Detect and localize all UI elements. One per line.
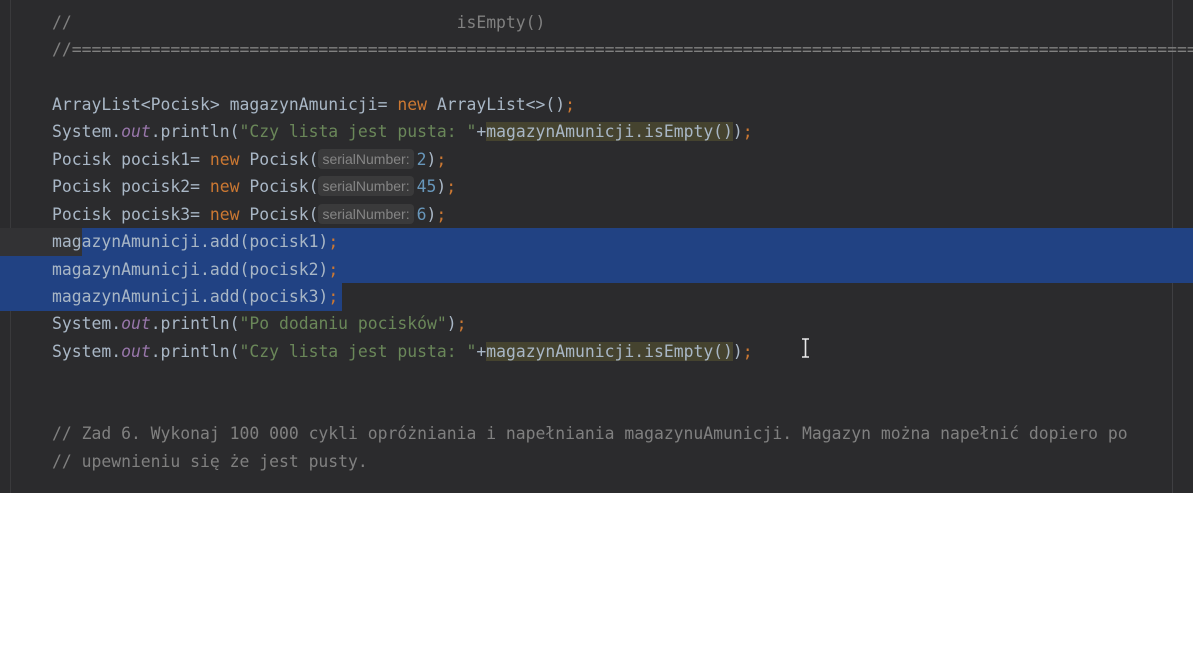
code-line[interactable]: magazynAmunicji.add(pocisk3); [0,283,1193,311]
parameter-hint: serialNumber: [318,176,414,197]
usage-highlight: magazynAmunicji.isEmpty() [486,122,733,142]
code-token: magazynAmunicji.add(pocisk1) [52,232,329,252]
parameter-hint: serialNumber: [318,148,414,169]
code-text: ArrayList<Pocisk> magazynAmunicji= new A… [52,91,575,119]
code-token: Pocisk( [239,204,319,224]
code-token: "Czy lista jest pusta: " [239,341,477,361]
code-token: new [397,94,427,114]
code-token: new [209,204,240,224]
code-token: ) [732,122,743,142]
code-line[interactable]: System.out.println("Po dodaniu pocisków"… [0,310,1193,338]
code-token: new [209,177,240,197]
code-token: Pocisk pocisk3= [52,204,210,224]
code-line[interactable]: //======================================… [0,36,1193,64]
code-token: ; [565,94,576,114]
code-token: ) [426,149,437,169]
code-token: 45 [416,177,437,197]
code-token: ) [446,314,457,334]
code-token: magazynAmunicji.add(pocisk2) [52,259,329,279]
code-token: 6 [416,204,427,224]
code-token: ArrayList<Pocisk> magazynAmunicji= [52,94,398,114]
code-token: Pocisk( [239,177,319,197]
code-text: Pocisk pocisk1= new Pocisk(serialNumber:… [52,146,446,174]
code-line[interactable] [0,393,1193,421]
code-token: // isEmpty() [52,12,546,32]
code-line[interactable]: // isEmpty() [0,9,1193,37]
code-line[interactable]: // upewnieniu się że jest pusty. [0,448,1193,476]
code-token: .println( [150,314,240,334]
code-line[interactable]: Pocisk pocisk3= new Pocisk(serialNumber:… [0,201,1193,229]
code-token: "Po dodaniu pocisków" [239,314,447,334]
code-token: //======================================… [52,39,1193,59]
code-token: System. [52,314,122,334]
code-token: ; [328,232,339,252]
code-token: + [476,341,487,361]
code-text: Pocisk pocisk3= new Pocisk(serialNumber:… [52,201,446,229]
code-token: ) [732,341,743,361]
code-token: ) [436,177,447,197]
code-text: //======================================… [52,36,1193,64]
code-line[interactable]: Pocisk pocisk1= new Pocisk(serialNumber:… [0,146,1193,174]
code-token: magazynAmunicji.add(pocisk3) [52,287,329,306]
code-token: 2 [416,149,427,169]
code-token: System. [52,122,122,142]
code-token: .println( [150,341,240,361]
code-editor[interactable]: // isEmpty() //==========================… [0,0,1193,493]
code-token: out [121,314,151,334]
text-cursor-icon [802,338,809,358]
code-line[interactable]: // Zad 6. Wykonaj 100 000 cykli opróżnia… [0,420,1193,448]
code-token: ; [742,122,753,142]
code-token: out [121,341,151,361]
code-token: ; [436,204,447,224]
code-text: magazynAmunicji.add(pocisk2); [52,256,338,284]
code-token: // upewnieniu się że jest pusty. [52,451,368,471]
code-token: .println( [150,122,240,142]
code-token: ) [426,204,437,224]
code-token: // Zad 6. Wykonaj 100 000 cykli opróżnia… [52,424,1128,444]
code-text: System.out.println("Czy lista jest pusta… [52,338,753,366]
code-line[interactable]: magazynAmunicji.add(pocisk1); [0,228,1193,256]
code-token: Pocisk pocisk1= [52,149,210,169]
code-text: // upewnieniu się że jest pusty. [52,448,368,476]
code-token: System. [52,341,122,361]
code-token: ; [328,259,339,279]
code-line[interactable]: ArrayList<Pocisk> magazynAmunicji= new A… [0,91,1193,119]
code-token: new [209,149,240,169]
code-line[interactable]: Pocisk pocisk2= new Pocisk(serialNumber:… [0,173,1193,201]
code-line[interactable]: System.out.println("Czy lista jest pusta… [0,118,1193,146]
code-line[interactable] [0,63,1193,91]
code-token: ArrayList<>() [427,94,566,114]
code-text: Pocisk pocisk2= new Pocisk(serialNumber:… [52,173,456,201]
code-token: ; [446,177,457,197]
usage-highlight: magazynAmunicji.isEmpty() [486,341,733,361]
code-text: magazynAmunicji.add(pocisk3); [52,283,338,311]
code-text: System.out.println("Po dodaniu pocisków"… [52,310,466,338]
code-line[interactable]: System.out.println("Czy lista jest pusta… [0,338,1193,366]
code-token: "Czy lista jest pusta: " [239,122,477,142]
code-token: ; [436,149,447,169]
code-text: // isEmpty() [52,9,545,37]
code-token: ; [328,287,339,306]
code-text: magazynAmunicji.add(pocisk1); [52,228,338,256]
code-token: ; [456,314,467,334]
code-token: out [121,122,151,142]
code-token: Pocisk( [239,149,319,169]
parameter-hint: serialNumber: [318,203,414,224]
code-text: System.out.println("Czy lista jest pusta… [52,118,753,146]
code-token: + [476,122,487,142]
code-token: ; [742,341,753,361]
code-line[interactable] [0,365,1193,393]
code-line[interactable]: magazynAmunicji.add(pocisk2); [0,255,1193,284]
code-token: Pocisk pocisk2= [52,177,210,197]
code-text: // Zad 6. Wykonaj 100 000 cykli opróżnia… [52,420,1128,448]
